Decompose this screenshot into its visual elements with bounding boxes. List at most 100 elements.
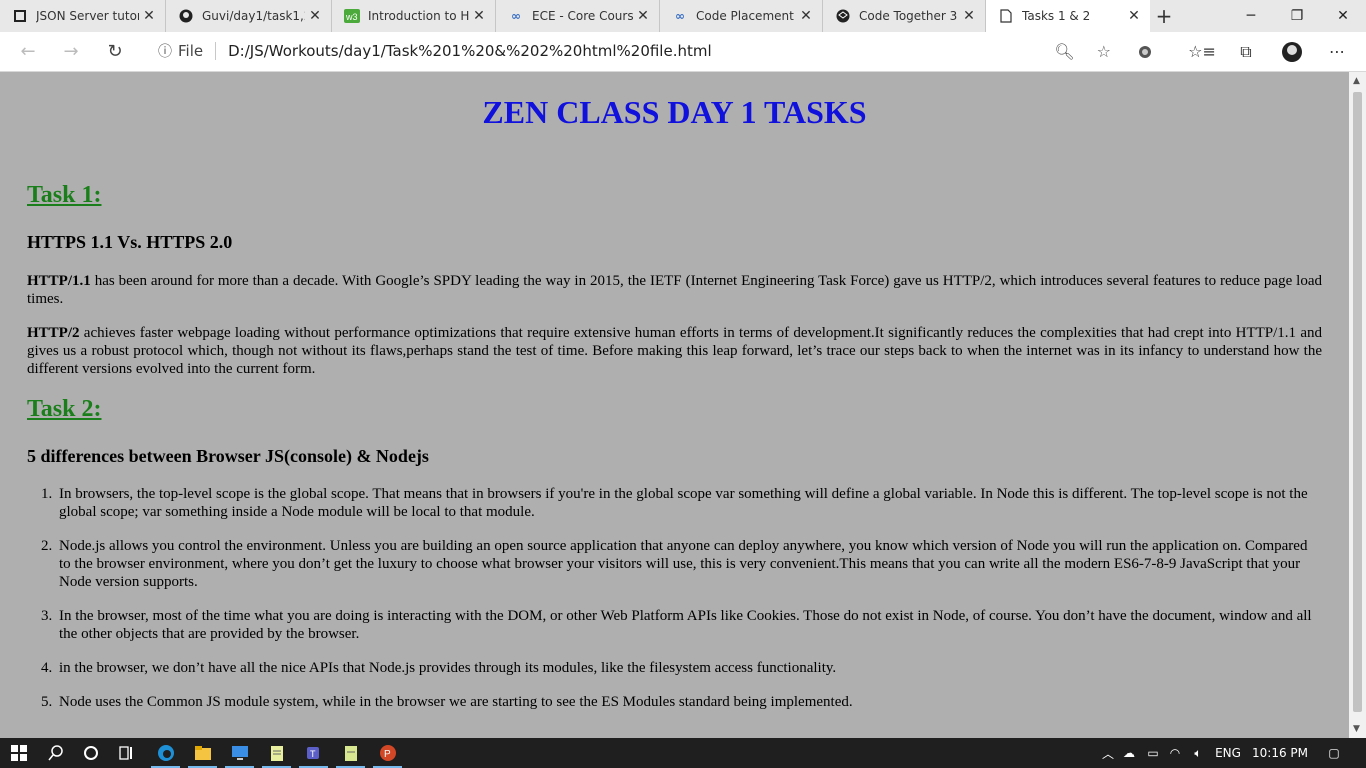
github-icon [178, 8, 194, 24]
close-icon[interactable]: ✕ [305, 8, 325, 24]
minimize-button[interactable]: ─ [1228, 0, 1274, 32]
tab-title: Introduction to HT [368, 9, 469, 23]
battery-icon[interactable]: ▭ [1142, 746, 1164, 760]
list-item: 4. in the browser, we don’t have all the … [27, 659, 1322, 677]
star-icon[interactable]: ☆ [1097, 42, 1111, 61]
tab-title: Code Placement [696, 9, 794, 23]
list-number: 5. [41, 694, 53, 710]
onedrive-icon[interactable]: ☁ [1116, 746, 1142, 760]
list-item-text: in the browser, we don’t have all the ni… [59, 660, 837, 676]
tab-code-together[interactable]: Code Together 3 V ✕ [823, 0, 986, 32]
edge-browser-icon[interactable] [147, 738, 184, 768]
close-window-button[interactable]: ✕ [1320, 0, 1366, 32]
scrollbar-thumb[interactable] [1353, 92, 1362, 712]
codepen-icon [835, 8, 851, 24]
bold-term: HTTP/2 [27, 325, 80, 341]
task1-paragraph-2: HTTP/2 achieves faster webpage loading w… [27, 324, 1322, 378]
favorites-icon[interactable]: ☆≡ [1182, 32, 1222, 71]
vertical-scrollbar[interactable]: ▲ ▼ [1349, 72, 1366, 738]
task1-paragraph-1: HTTP/1.1 has been around for more than a… [27, 272, 1322, 308]
computer-app-icon[interactable] [221, 738, 258, 768]
info-icon[interactable]: ⓘ [158, 41, 172, 61]
notification-icon[interactable]: ▢ [1314, 746, 1354, 760]
page-viewport: ZEN CLASS DAY 1 TASKS Task 1: HTTPS 1.1 … [0, 72, 1349, 738]
powerpoint-icon[interactable]: P [369, 738, 406, 768]
list-item: 1. In browsers, the top-level scope is th… [27, 485, 1322, 521]
list-item: 3. In the browser, most of the time what … [27, 607, 1322, 643]
tab-github[interactable]: Guvi/day1/task1,2 ✕ [166, 0, 332, 32]
task-view-icon[interactable] [107, 738, 144, 768]
url-text[interactable]: D:/JS/Workouts/day1/Task%201%20&%202%20h… [228, 42, 712, 60]
close-icon[interactable]: ✕ [959, 8, 979, 24]
svg-text:w3: w3 [345, 12, 358, 22]
infinity-icon: ∞ [675, 9, 685, 23]
back-arrow-icon[interactable]: ← [8, 32, 48, 71]
forward-arrow-icon[interactable]: → [51, 32, 91, 71]
search-icon[interactable] [37, 738, 74, 768]
zoom-icon[interactable]: 🔍︎ [1054, 42, 1074, 61]
list-item-text: In the browser, most of the time what yo… [59, 608, 1312, 642]
task2-heading: Task 2: [27, 396, 102, 422]
page-title: ZEN CLASS DAY 1 TASKS [482, 94, 867, 130]
tab-json-server[interactable]: JSON Server tutor ✕ [0, 0, 166, 32]
wifi-icon[interactable]: ◠ [1164, 746, 1186, 760]
svg-text:P: P [384, 749, 391, 760]
tab-title: Tasks 1 & 2 [1022, 9, 1091, 23]
sticky-notes-icon[interactable] [332, 738, 369, 768]
list-number: 2. [41, 538, 53, 554]
browser-toolbar: ← → ↻ ⓘ File D:/JS/Workouts/day1/Task%20… [0, 32, 1366, 72]
clock[interactable]: 10:16 PM [1246, 746, 1314, 760]
profile-avatar[interactable] [1272, 32, 1312, 71]
cortana-icon[interactable] [72, 738, 109, 768]
system-tray: ︿ ☁ ▭ ◠ 🔈︎ ENG 10:16 PM ▢ [1100, 738, 1354, 768]
tab-w3schools[interactable]: w3 Introduction to HT ✕ [332, 0, 496, 32]
scroll-down-icon[interactable]: ▼ [1353, 724, 1360, 734]
paragraph-text: achieves faster webpage loading without … [27, 325, 1322, 377]
list-item: 5. Node uses the Common JS module system,… [27, 693, 1322, 711]
page-icon [12, 8, 28, 24]
close-icon[interactable]: ✕ [633, 8, 653, 24]
close-icon[interactable]: ✕ [469, 8, 489, 24]
scheme-label: File [178, 42, 204, 60]
task2-subheading: 5 differences between Browser JS(console… [27, 446, 429, 466]
differences-list: 1. In browsers, the top-level scope is th… [27, 485, 1322, 727]
teams-icon[interactable]: T [295, 738, 332, 768]
tab-title: JSON Server tutor [36, 9, 139, 23]
volume-icon[interactable]: 🔈︎ [1186, 746, 1210, 761]
close-icon[interactable]: ✕ [796, 8, 816, 24]
collections-icon[interactable]: ⧉ [1226, 32, 1266, 71]
divider [215, 42, 217, 60]
windows-start-icon[interactable] [0, 738, 37, 768]
file-explorer-icon[interactable] [184, 738, 221, 768]
extension-icon[interactable] [1125, 32, 1165, 71]
more-menu-icon[interactable]: ⋯ [1317, 32, 1357, 71]
restore-button[interactable]: ❐ [1274, 0, 1320, 32]
tab-strip: JSON Server tutor ✕ Guvi/day1/task1,2 ✕ … [0, 0, 1366, 32]
tab-title: ECE - Core Course [532, 9, 633, 23]
w3-icon: w3 [344, 8, 360, 24]
tab-title: Guvi/day1/task1,2 [202, 9, 305, 23]
tab-ece-core[interactable]: ∞ ECE - Core Course ✕ [496, 0, 660, 32]
paragraph-text: has been around for more than a decade. … [27, 273, 1322, 307]
refresh-icon[interactable]: ↻ [95, 32, 135, 71]
close-icon[interactable]: ✕ [139, 8, 159, 24]
list-item-text: Node.js allows you control the environme… [59, 538, 1308, 590]
page-icon [998, 8, 1014, 24]
notepad-icon[interactable] [258, 738, 295, 768]
scroll-up-icon[interactable]: ▲ [1353, 76, 1360, 86]
tab-code-placement[interactable]: ∞ Code Placement ✕ [660, 0, 823, 32]
tab-tasks-active[interactable]: Tasks 1 & 2 ✕ [986, 0, 1150, 32]
bold-term: HTTP/1.1 [27, 273, 91, 289]
list-number: 4. [41, 660, 53, 676]
list-item-text: In browsers, the top-level scope is the … [59, 486, 1308, 520]
close-icon[interactable]: ✕ [1124, 8, 1144, 24]
windows-taskbar: T P ︿ ☁ ▭ ◠ 🔈︎ ENG 10:16 PM ▢ [0, 738, 1366, 768]
list-number: 3. [41, 608, 53, 624]
chevron-up-icon[interactable]: ︿ [1100, 745, 1116, 762]
list-number: 1. [41, 486, 53, 502]
list-item: 2. Node.js allows you control the environ… [27, 537, 1322, 591]
list-item-text: Node uses the Common JS module system, w… [59, 694, 853, 710]
language-indicator[interactable]: ENG [1210, 746, 1246, 760]
new-tab-button[interactable]: + [1150, 0, 1178, 32]
address-bar[interactable]: ⓘ File D:/JS/Workouts/day1/Task%201%20&%… [146, 35, 1121, 67]
